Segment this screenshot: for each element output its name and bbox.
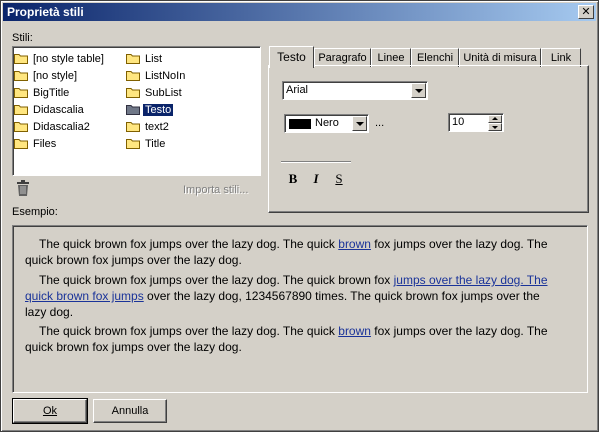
folder-icon — [126, 54, 140, 64]
style-item[interactable]: Files — [14, 136, 58, 152]
style-item-label: [no style table] — [33, 53, 104, 65]
folder-icon — [126, 88, 140, 98]
style-item[interactable]: SubList — [126, 85, 184, 101]
style-item[interactable]: text2 — [126, 119, 171, 135]
tab-testo[interactable]: Testo — [269, 46, 314, 68]
sample-link[interactable]: brown — [338, 324, 371, 338]
font-size-spinner[interactable]: 10 — [448, 113, 504, 132]
style-item[interactable]: Testo — [126, 102, 174, 118]
arrow-up-icon — [492, 117, 498, 120]
bold-icon: B — [288, 171, 298, 186]
more-colors-button[interactable]: ... — [375, 117, 384, 129]
cancel-button-label: Annulla — [111, 405, 149, 417]
sample-text: The quick brown fox jumps over the lazy … — [39, 273, 394, 287]
style-item-label: Didascalia — [33, 104, 84, 116]
style-item[interactable]: Title — [126, 136, 167, 152]
color-select-value: Nero — [315, 117, 339, 129]
tab-label: Link — [550, 52, 572, 64]
italic-button[interactable]: I — [308, 171, 324, 187]
italic-icon: I — [313, 171, 319, 186]
folder-icon — [14, 105, 28, 115]
style-item[interactable]: ListNoIn — [126, 68, 187, 84]
bold-button[interactable]: B — [285, 171, 301, 187]
sample-text: The quick brown fox jumps over the lazy … — [39, 237, 339, 251]
style-item-label: [no style] — [33, 70, 78, 82]
style-properties-dialog: Proprietà stili ✕ Stili: [no style table… — [0, 0, 599, 432]
font-select[interactable]: Arial — [282, 81, 428, 100]
tab-label: Linee — [377, 52, 405, 64]
arrow-down-icon — [492, 126, 498, 129]
style-item-label: Title — [145, 138, 166, 150]
styles-list[interactable]: [no style table] [no style] BigTitle Didasc… — [12, 46, 261, 176]
color-select[interactable]: Nero — [284, 114, 369, 133]
style-item-label: text2 — [145, 121, 169, 133]
title-bar[interactable]: Proprietà stili ✕ — [3, 3, 596, 21]
spin-up-button[interactable] — [488, 115, 502, 123]
tab-label: Elenchi — [416, 52, 454, 64]
folder-icon — [14, 139, 28, 149]
folder-icon — [126, 139, 140, 149]
ok-button[interactable]: Ok — [12, 398, 88, 424]
style-item[interactable]: Didascalia2 — [14, 119, 92, 135]
style-item[interactable]: Didascalia — [14, 102, 86, 118]
style-item[interactable]: [no style] — [14, 68, 79, 84]
font-size-value: 10 — [452, 116, 465, 128]
trash-icon[interactable] — [16, 180, 30, 196]
style-item-label: Didascalia2 — [33, 121, 90, 133]
style-item[interactable]: [no style table] — [14, 51, 106, 67]
chevron-down-icon — [356, 122, 364, 126]
tab-label: Testo — [277, 50, 306, 64]
color-dropdown-button[interactable] — [352, 116, 367, 131]
style-item-label: List — [145, 53, 163, 65]
style-item-label: ListNoIn — [145, 70, 186, 82]
example-label: Esempio: — [12, 206, 58, 218]
folder-icon — [126, 71, 140, 81]
font-select-value: Arial — [286, 84, 309, 96]
ok-button-label: Ok — [42, 405, 58, 417]
sample-paragraph-3: The quick brown fox jumps over the lazy … — [25, 323, 555, 355]
font-dropdown-button[interactable] — [411, 83, 426, 98]
example-preview: The quick brown fox jumps over the lazy … — [12, 225, 588, 393]
format-separator — [281, 161, 351, 163]
sample-paragraph-1: The quick brown fox jumps over the lazy … — [25, 236, 555, 268]
sample-paragraph-2: The quick brown fox jumps over the lazy … — [25, 272, 555, 320]
folder-icon — [14, 122, 28, 132]
style-item-label: SubList — [145, 87, 182, 99]
chevron-down-icon — [415, 89, 423, 93]
style-item[interactable]: BigTitle — [14, 85, 71, 101]
folder-icon — [14, 71, 28, 81]
styles-label: Stili: — [12, 32, 33, 44]
sample-text: The quick brown fox jumps over the lazy … — [39, 324, 339, 338]
style-item-label: Testo — [143, 104, 174, 116]
style-item-label: Files — [33, 138, 57, 150]
style-item-label: BigTitle — [33, 87, 70, 99]
style-item[interactable]: List — [126, 51, 164, 67]
import-styles-link: Importa stili... — [183, 184, 249, 196]
spin-down-button[interactable] — [488, 123, 502, 131]
cancel-button[interactable]: Annulla — [93, 399, 167, 423]
tab-label: Paragrafo — [318, 52, 367, 64]
strike-icon: S — [335, 171, 343, 186]
folder-icon — [126, 105, 140, 115]
tab-label: Unità di misura — [463, 52, 537, 64]
strike-button[interactable]: S — [331, 171, 347, 187]
window-title: Proprietà stili — [7, 5, 84, 19]
sample-link[interactable]: brown — [338, 237, 371, 251]
color-swatch — [289, 119, 311, 129]
folder-icon — [14, 54, 28, 64]
close-icon: ✕ — [581, 5, 591, 18]
folder-icon — [126, 122, 140, 132]
close-button[interactable]: ✕ — [578, 5, 594, 19]
folder-icon — [14, 88, 28, 98]
